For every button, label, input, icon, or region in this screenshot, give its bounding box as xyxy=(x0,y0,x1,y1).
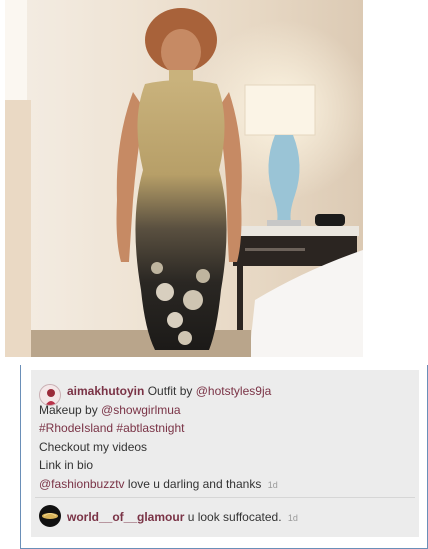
caption-line-4: Checkout my videos xyxy=(39,439,148,454)
glamour-logo-icon xyxy=(42,513,58,519)
reply-comment: world__of__glamour u look suffocated. 1d xyxy=(39,505,411,529)
mention-link[interactable]: @hotstyles9ja xyxy=(196,384,272,398)
caption-line-2: Makeup by @showgirlmua xyxy=(39,401,411,420)
caption-line-3: #RhodeIsland #abtlastnight xyxy=(39,419,411,438)
comment-timestamp: 1d xyxy=(287,513,298,523)
avatar[interactable] xyxy=(39,505,61,527)
reply-line: world__of__glamour u look suffocated. 1d xyxy=(67,505,298,530)
photo-illustration xyxy=(5,0,363,357)
caption-line-5: Link in bio xyxy=(39,458,94,472)
comment-username[interactable]: world__of__glamour xyxy=(67,510,184,524)
mention-link[interactable]: @showgirlmua xyxy=(101,403,181,417)
comments-panel: aimakhutoyin Outfit by @hotstyles9ja Mak… xyxy=(20,365,428,549)
hashtag-link[interactable]: #abtlastnight xyxy=(116,421,184,435)
post-photo xyxy=(5,0,363,357)
caption-line-6: @fashionbuzztv love u darling and thanks… xyxy=(39,475,411,495)
comment-timestamp: 1d xyxy=(267,479,278,490)
hashtag-link[interactable]: #RhodeIsland xyxy=(39,421,113,435)
caption-line-1: aimakhutoyin Outfit by @hotstyles9ja xyxy=(39,382,411,401)
comment-username[interactable]: aimakhutoyin xyxy=(67,384,144,398)
comments-panel-inner: aimakhutoyin Outfit by @hotstyles9ja Mak… xyxy=(31,370,419,537)
mention-link[interactable]: @fashionbuzztv xyxy=(39,477,125,491)
caption-text: Outfit by xyxy=(147,384,193,398)
caption-comment: aimakhutoyin Outfit by @hotstyles9ja Mak… xyxy=(39,382,411,494)
reply-text: u look suffocated. xyxy=(187,510,282,524)
comment-divider xyxy=(35,497,415,498)
avatar[interactable] xyxy=(39,384,61,406)
caption-text: love u darling and thanks xyxy=(127,476,262,491)
